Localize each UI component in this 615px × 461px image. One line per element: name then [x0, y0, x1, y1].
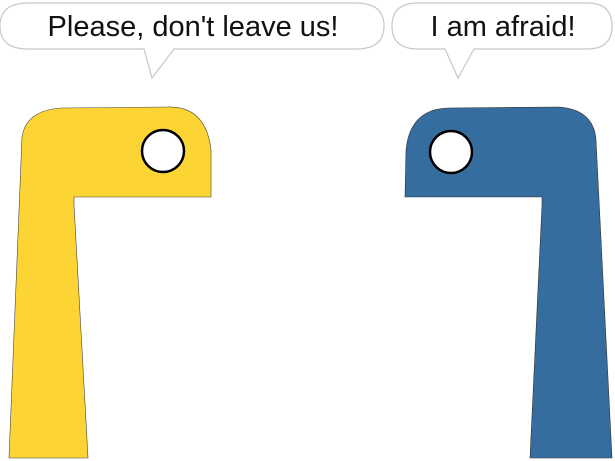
- comic-scene: Please, don't leave us! I am afraid!: [0, 2, 613, 459]
- blue-python-eye: [428, 129, 474, 175]
- right-speech-bubble: I am afraid!: [391, 2, 613, 80]
- blue-python-character: [404, 106, 613, 459]
- yellow-python-eye: [140, 128, 186, 174]
- left-speech-text: Please, don't leave us!: [48, 11, 339, 43]
- left-speech-bubble: Please, don't leave us!: [0, 2, 385, 80]
- yellow-python-character: [8, 106, 212, 459]
- right-speech-text: I am afraid!: [430, 11, 575, 43]
